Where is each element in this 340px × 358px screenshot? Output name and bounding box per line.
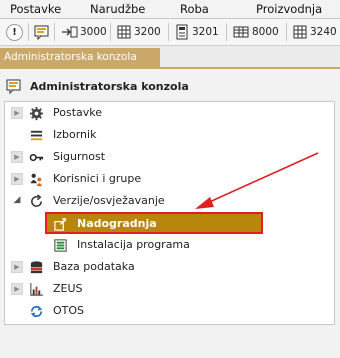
toolbar-separator: [286, 23, 287, 41]
toolbar-label-3240: 3240: [310, 26, 337, 38]
toolbar-item-8000[interactable]: 8000: [232, 22, 279, 42]
login-arrow-icon: [62, 26, 78, 38]
toolbar-separator: [28, 23, 29, 41]
grid-icon: [117, 25, 131, 39]
console-button[interactable]: [34, 22, 50, 42]
toolbar-separator: [168, 23, 169, 41]
toolbar-label-3000: 3000: [80, 26, 107, 38]
grid-icon: [293, 25, 307, 39]
toolbar: ! 3000 3200 3201 8000 3240: [0, 19, 340, 46]
menu-bar: Postavke Narudžbe Roba Proizvodnja: [0, 0, 340, 19]
console-icon: [34, 25, 49, 40]
menu-narudzbe[interactable]: Narudžbe: [90, 2, 145, 16]
toolbar-item-3200[interactable]: 3200: [116, 22, 161, 42]
toolbar-label-3201: 3201: [192, 26, 219, 38]
toolbar-label-3200: 3200: [134, 26, 161, 38]
menu-postavke[interactable]: Postavke: [10, 2, 61, 16]
toolbar-item-3240[interactable]: 3240: [292, 22, 337, 42]
menu-roba[interactable]: Roba: [180, 2, 209, 16]
menu-proizvodnja[interactable]: Proizvodnja: [256, 2, 322, 16]
toolbar-separator: [226, 23, 227, 41]
exclamation-icon: !: [6, 23, 23, 41]
toolbar-label-8000: 8000: [252, 26, 279, 38]
calculator-icon: [176, 24, 188, 40]
tab-administratorska-konzola[interactable]: Administratorska konzola: [0, 48, 160, 67]
tab-strip: Administratorska konzola: [0, 46, 340, 69]
admin-console-panel: Administratorska konzola ▶ Postavke Izbo…: [0, 69, 340, 358]
toolbar-separator: [54, 23, 55, 41]
table-icon: [233, 26, 249, 38]
annotation-arrow: [195, 152, 319, 209]
toolbar-item-3000[interactable]: 3000: [60, 22, 107, 42]
alert-button[interactable]: !: [6, 22, 23, 42]
toolbar-separator: [110, 23, 111, 41]
toolbar-item-3201[interactable]: 3201: [174, 22, 219, 42]
